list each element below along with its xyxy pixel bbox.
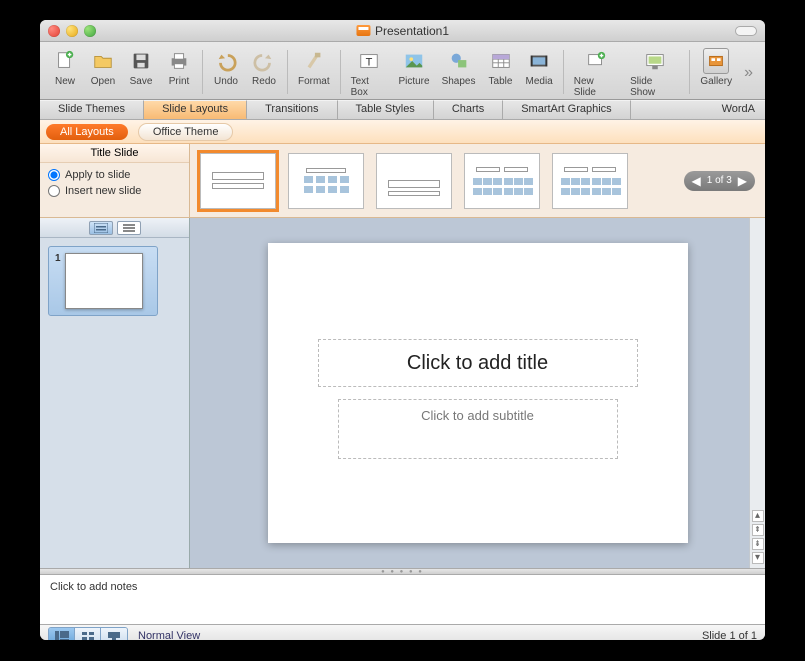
redo-button[interactable]: Redo bbox=[245, 46, 283, 89]
toolbar-separator bbox=[340, 50, 341, 94]
prev-slide-button[interactable]: ▴ bbox=[752, 510, 764, 522]
navigator-view-tabs bbox=[40, 218, 189, 238]
ribbon-tabs: Slide Themes Slide Layouts Transitions T… bbox=[40, 100, 765, 120]
toolbar-separator bbox=[563, 50, 564, 94]
print-button[interactable]: Print bbox=[160, 46, 198, 89]
tab-slide-themes[interactable]: Slide Themes bbox=[40, 100, 144, 119]
format-button[interactable]: Format bbox=[292, 46, 336, 89]
table-button[interactable]: Table bbox=[482, 46, 520, 100]
toolbar-separator bbox=[689, 50, 690, 94]
tab-wordart[interactable]: WordA bbox=[631, 100, 765, 119]
layout-pager: ◀ 1 of 3 ▶ bbox=[684, 171, 756, 191]
slide-canvas[interactable]: Click to add title Click to add subtitle bbox=[268, 243, 688, 543]
layout-thumb-comparison[interactable] bbox=[552, 153, 628, 209]
main-toolbar: New Open Save Print Undo Redo Format TTe… bbox=[40, 42, 765, 100]
gallery-button[interactable]: Gallery bbox=[694, 46, 738, 89]
toolbar-separator bbox=[287, 50, 288, 94]
layout-panel: Title Slide Apply to slide Insert new sl… bbox=[40, 144, 765, 218]
textbox-button[interactable]: TText Box bbox=[345, 46, 393, 100]
slide-navigator: 1 bbox=[40, 218, 190, 568]
undo-button[interactable]: Undo bbox=[207, 46, 245, 89]
layout-filter-bar: All Layouts Office Theme bbox=[40, 120, 765, 144]
save-button[interactable]: Save bbox=[122, 46, 160, 89]
workspace: 1 Click to add title Click to add subtit… bbox=[40, 218, 765, 568]
sorter-view-button[interactable] bbox=[75, 628, 101, 640]
media-button[interactable]: Media bbox=[520, 46, 559, 100]
layout-options: Title Slide Apply to slide Insert new sl… bbox=[40, 144, 190, 217]
layout-thumb-two-content[interactable] bbox=[464, 153, 540, 209]
pager-label: 1 of 3 bbox=[707, 175, 732, 186]
vertical-scrollbar[interactable]: ▴ ⇞ ⇟ ▾ bbox=[749, 218, 765, 568]
layout-thumb-section-header[interactable] bbox=[376, 153, 452, 209]
slide-count-label: Slide 1 of 1 bbox=[702, 630, 757, 640]
slide-thumbnail-list: 1 bbox=[40, 238, 189, 324]
slideshow-button[interactable]: Slide Show bbox=[624, 46, 685, 100]
layout-thumb-title-slide[interactable] bbox=[200, 153, 276, 209]
view-mode-buttons bbox=[48, 627, 128, 640]
app-window: Presentation1 New Open Save Print Undo R… bbox=[40, 20, 765, 640]
filter-all-layouts[interactable]: All Layouts bbox=[46, 124, 128, 140]
notes-placeholder: Click to add notes bbox=[50, 581, 137, 593]
pager-next-button[interactable]: ▶ bbox=[738, 174, 747, 188]
tab-slide-layouts[interactable]: Slide Layouts bbox=[144, 100, 247, 119]
layout-thumb-picture-grid[interactable] bbox=[288, 153, 364, 209]
subtitle-placeholder[interactable]: Click to add subtitle bbox=[338, 399, 618, 459]
toolbar-overflow-button[interactable]: » bbox=[738, 64, 759, 82]
window-controls bbox=[48, 25, 96, 37]
slide-thumbnail-1[interactable]: 1 bbox=[48, 246, 158, 316]
notes-splitter[interactable]: ● ● ● ● ● bbox=[40, 568, 765, 575]
status-bar: Normal View Slide 1 of 1 bbox=[40, 625, 765, 640]
window-title-text: Presentation1 bbox=[375, 24, 449, 38]
new-button[interactable]: New bbox=[46, 46, 84, 89]
normal-view-button[interactable] bbox=[49, 628, 75, 640]
minimize-window-button[interactable] bbox=[66, 25, 78, 37]
layout-thumbnails: ◀ 1 of 3 ▶ bbox=[190, 144, 765, 217]
slide-editor: Click to add title Click to add subtitle… bbox=[190, 218, 765, 568]
notes-pane[interactable]: Click to add notes bbox=[40, 575, 765, 625]
presentation-file-icon bbox=[356, 25, 370, 36]
title-placeholder[interactable]: Click to add title bbox=[318, 339, 638, 387]
tab-charts[interactable]: Charts bbox=[434, 100, 503, 119]
tab-table-styles[interactable]: Table Styles bbox=[338, 100, 434, 119]
slide-number-label: 1 bbox=[55, 253, 61, 309]
toolbar-separator bbox=[202, 50, 203, 94]
tab-transitions[interactable]: Transitions bbox=[247, 100, 337, 119]
zoom-window-button[interactable] bbox=[84, 25, 96, 37]
pager-prev-button[interactable]: ◀ bbox=[692, 174, 701, 188]
insert-new-slide-radio[interactable]: Insert new slide bbox=[48, 185, 181, 197]
apply-to-slide-radio[interactable]: Apply to slide bbox=[48, 169, 181, 181]
next-slide-double-button[interactable]: ⇟ bbox=[752, 538, 764, 550]
prev-slide-double-button[interactable]: ⇞ bbox=[752, 524, 764, 536]
picture-button[interactable]: Picture bbox=[392, 46, 435, 100]
svg-text:T: T bbox=[365, 57, 372, 69]
next-slide-button[interactable]: ▾ bbox=[752, 552, 764, 564]
toolbar-pill-button[interactable] bbox=[735, 26, 757, 36]
filter-office-theme[interactable]: Office Theme bbox=[138, 123, 234, 141]
layout-name-label: Title Slide bbox=[40, 144, 189, 163]
nav-outline-tab[interactable] bbox=[117, 221, 141, 235]
tab-smartart[interactable]: SmartArt Graphics bbox=[503, 100, 630, 119]
view-mode-label: Normal View bbox=[138, 630, 200, 640]
slideshow-view-button[interactable] bbox=[101, 628, 127, 640]
titlebar: Presentation1 bbox=[40, 20, 765, 42]
nav-slides-tab[interactable] bbox=[89, 221, 113, 235]
close-window-button[interactable] bbox=[48, 25, 60, 37]
slide-thumbnail-image bbox=[65, 253, 143, 309]
new-slide-button[interactable]: New Slide bbox=[568, 46, 624, 100]
shapes-button[interactable]: Shapes bbox=[436, 46, 482, 100]
window-title: Presentation1 bbox=[356, 24, 449, 38]
open-button[interactable]: Open bbox=[84, 46, 122, 89]
